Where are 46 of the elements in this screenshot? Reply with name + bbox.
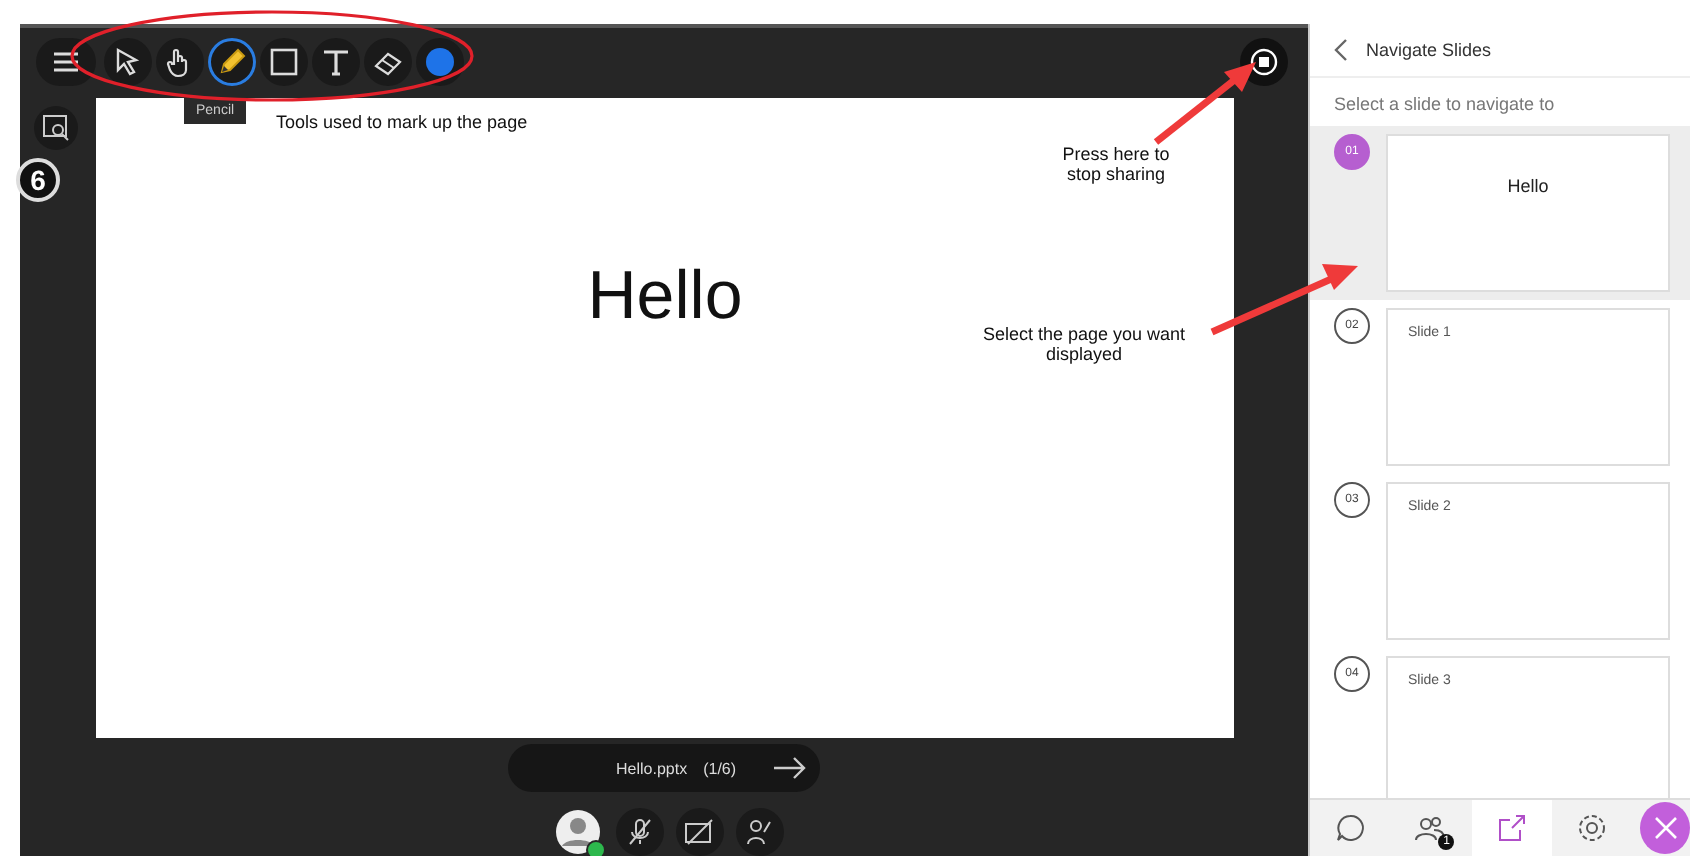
pointer-icon [112, 46, 144, 79]
text-icon [320, 46, 352, 79]
file-name: Hello.pptx [616, 759, 688, 778]
menu-icon [52, 50, 80, 75]
pencil-icon [216, 46, 248, 79]
close-icon [1653, 816, 1678, 840]
pointer-tool[interactable] [104, 38, 152, 87]
camera-off-button[interactable] [676, 808, 724, 856]
panel-title: Navigate Slides [1366, 40, 1492, 60]
slide-title: Hello [587, 257, 743, 338]
avatar[interactable] [556, 810, 600, 854]
slide-preview-button[interactable] [34, 105, 78, 150]
back-icon[interactable] [1334, 38, 1350, 62]
user-icon [556, 810, 600, 854]
next-arrow-icon[interactable] [772, 756, 808, 781]
panel-subtitle: Select a slide to navigate to [1332, 92, 1557, 118]
raise-hand-icon [746, 818, 774, 846]
camera-off-icon [684, 818, 716, 846]
pen-color-button[interactable] [416, 38, 464, 87]
raise-hand-button[interactable] [736, 808, 784, 856]
annotation-text: Select the page you want displayed [980, 324, 1188, 364]
rectangle-tool[interactable] [260, 38, 308, 87]
pencil-tool[interactable] [208, 38, 256, 87]
annotation-text: Tools used to mark up the page [276, 112, 528, 132]
people-icon [1414, 812, 1447, 844]
magnifier-icon [42, 113, 70, 142]
menu-button[interactable] [36, 38, 96, 87]
close-button[interactable] [1640, 802, 1690, 854]
thumbnail-title: Hello [1507, 176, 1549, 200]
share-icon [1495, 812, 1528, 844]
settings-icon [1575, 812, 1608, 844]
arrow [1150, 56, 1262, 148]
annotation-text: Press here to stop sharing [1060, 144, 1172, 184]
stop-sharing-button[interactable] [1240, 38, 1288, 87]
text-tool[interactable] [312, 38, 360, 87]
microphone-muted-button[interactable] [616, 808, 664, 856]
slide-position: (1/6) [703, 759, 737, 778]
chat-icon [1334, 812, 1367, 844]
eraser-tool[interactable] [364, 38, 412, 87]
square-icon [268, 46, 300, 79]
hand-tool[interactable] [156, 38, 204, 87]
stop-icon [1250, 48, 1278, 77]
microphone-muted-icon [626, 818, 654, 846]
step-badge: 6 [16, 157, 60, 202]
color-swatch-icon [426, 48, 454, 77]
share-tab[interactable] [1471, 800, 1552, 856]
